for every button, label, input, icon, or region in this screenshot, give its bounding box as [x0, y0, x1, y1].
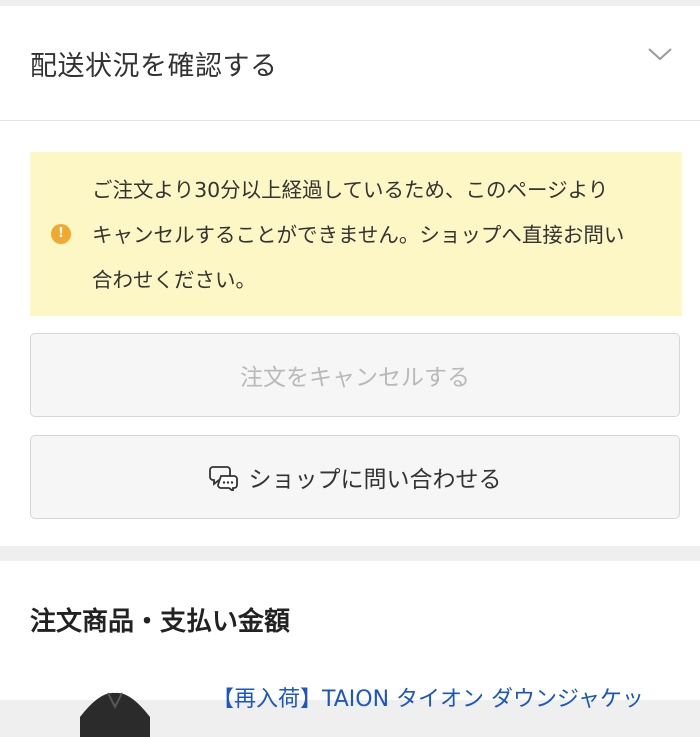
- notice-line: 合わせください。: [92, 268, 256, 292]
- section-title: 注文商品・支払い金額: [30, 607, 291, 637]
- order-summary-card: 注文商品・支払い金額 【再入荷】TAION タイオン ダウンジャケッ: [0, 561, 700, 737]
- cancel-order-button[interactable]: 注文をキャンセルする: [30, 333, 680, 417]
- notice-line: キャンセルすることができません。ショップへ直接お問い: [92, 223, 625, 247]
- delivery-status-row[interactable]: 配送状況を確認する: [0, 6, 700, 121]
- notice-text: ご注文より30分以上経過しているため、このページより キャンセルすることができま…: [92, 168, 672, 303]
- cancel-order-label: 注文をキャンセルする: [240, 365, 470, 391]
- product-title-link[interactable]: 【再入荷】TAION タイオン ダウンジャケッ: [212, 681, 700, 713]
- delivery-status-title: 配送状況を確認する: [30, 51, 278, 82]
- chevron-down-icon[interactable]: [646, 44, 674, 64]
- cancel-notice-banner: ! ご注文より30分以上経過しているため、このページより キャンセルすることがで…: [30, 152, 682, 316]
- info-icon: !: [51, 224, 71, 244]
- product-thumbnail[interactable]: [70, 677, 160, 737]
- order-status-card: 配送状況を確認する ! ご注文より30分以上経過しているため、このページより キ…: [0, 6, 700, 546]
- contact-shop-button[interactable]: ショップに問い合わせる: [30, 435, 680, 519]
- chat-bubbles-icon: [208, 466, 238, 491]
- contact-shop-label: ショップに問い合わせる: [248, 467, 502, 493]
- notice-line: ご注文より30分以上経過しているため、このページより: [92, 178, 609, 202]
